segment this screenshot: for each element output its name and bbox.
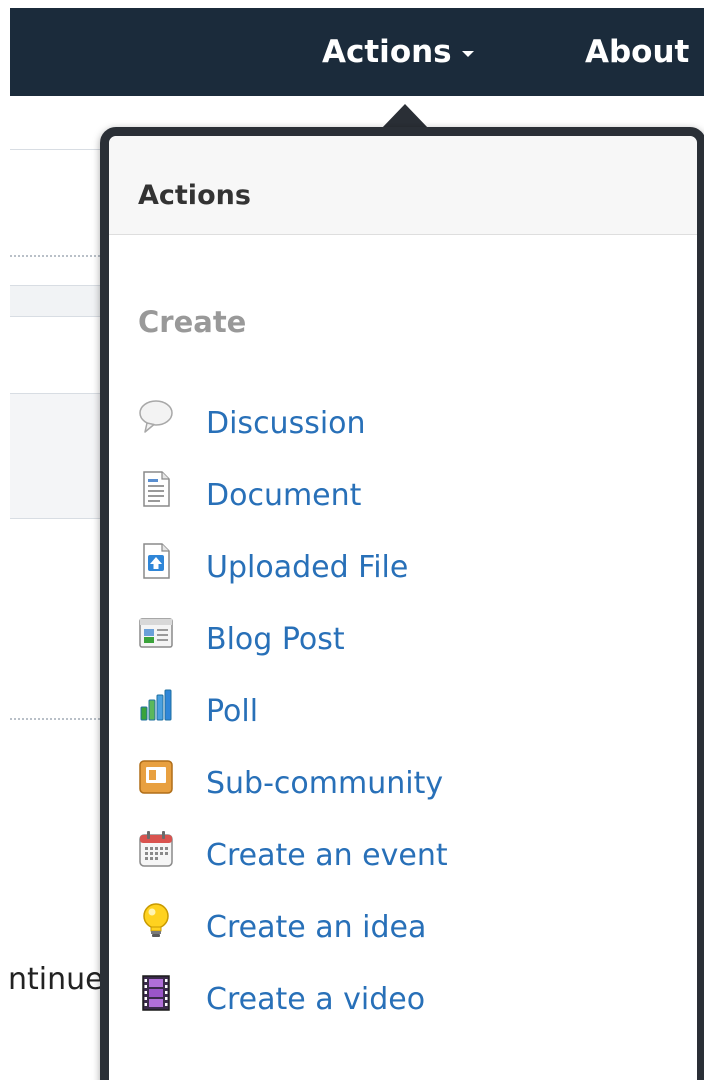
menu-item-document[interactable]: Document [138, 460, 678, 532]
menu-item-uploaded-file[interactable]: Uploaded File [138, 532, 678, 604]
background-divider [10, 149, 102, 150]
top-navbar: Actions About [10, 8, 704, 96]
background-text-fragment: ntinue [8, 962, 102, 997]
menu-item-create-video[interactable]: Create a video [138, 964, 678, 1036]
popover-header: Actions [109, 136, 697, 235]
menu-item-label: Uploaded File [206, 550, 409, 585]
menu-item-label: Create an event [206, 838, 448, 873]
caret-down-icon [461, 51, 474, 57]
menu-item-label: Document [206, 478, 362, 513]
sub-community-icon [138, 757, 174, 797]
upload-file-icon [138, 541, 174, 581]
menu-item-discussion[interactable]: Discussion [138, 388, 678, 460]
popover-title: Actions [138, 180, 251, 211]
menu-item-label: Create an idea [206, 910, 427, 945]
menu-item-blog-post[interactable]: Blog Post [138, 604, 678, 676]
lightbulb-icon [138, 901, 174, 941]
background-dotted-divider [10, 255, 100, 257]
create-section-label: Create [138, 305, 247, 339]
menu-item-label: Blog Post [206, 622, 345, 657]
create-menu: Discussion Document Uploaded File Blog P… [138, 388, 678, 1036]
menu-item-sub-community[interactable]: Sub-community [138, 748, 678, 820]
actions-menu-label: Actions [322, 34, 452, 70]
menu-item-label: Sub-community [206, 766, 444, 801]
background-dotted-divider [10, 718, 100, 720]
document-icon [138, 469, 174, 509]
background-toolbar [10, 285, 102, 317]
speech-bubble-icon [138, 397, 174, 437]
menu-item-label: Poll [206, 694, 259, 729]
calendar-icon [138, 829, 174, 869]
background-panel [10, 393, 102, 519]
film-strip-icon [138, 973, 174, 1013]
poll-chart-icon [138, 685, 174, 725]
actions-popover: Actions Create Discussion Document Uploa… [100, 127, 704, 1080]
page: Actions About ntinue Actions Create Disc… [0, 0, 704, 1080]
actions-menu-toggle[interactable]: Actions [322, 32, 474, 72]
blog-post-icon [138, 613, 174, 653]
menu-item-label: Create a video [206, 982, 426, 1017]
menu-item-label: Discussion [206, 406, 366, 441]
menu-item-create-idea[interactable]: Create an idea [138, 892, 678, 964]
menu-item-poll[interactable]: Poll [138, 676, 678, 748]
menu-item-create-event[interactable]: Create an event [138, 820, 678, 892]
popover-arrow [381, 104, 429, 129]
about-link[interactable]: About [585, 32, 689, 72]
